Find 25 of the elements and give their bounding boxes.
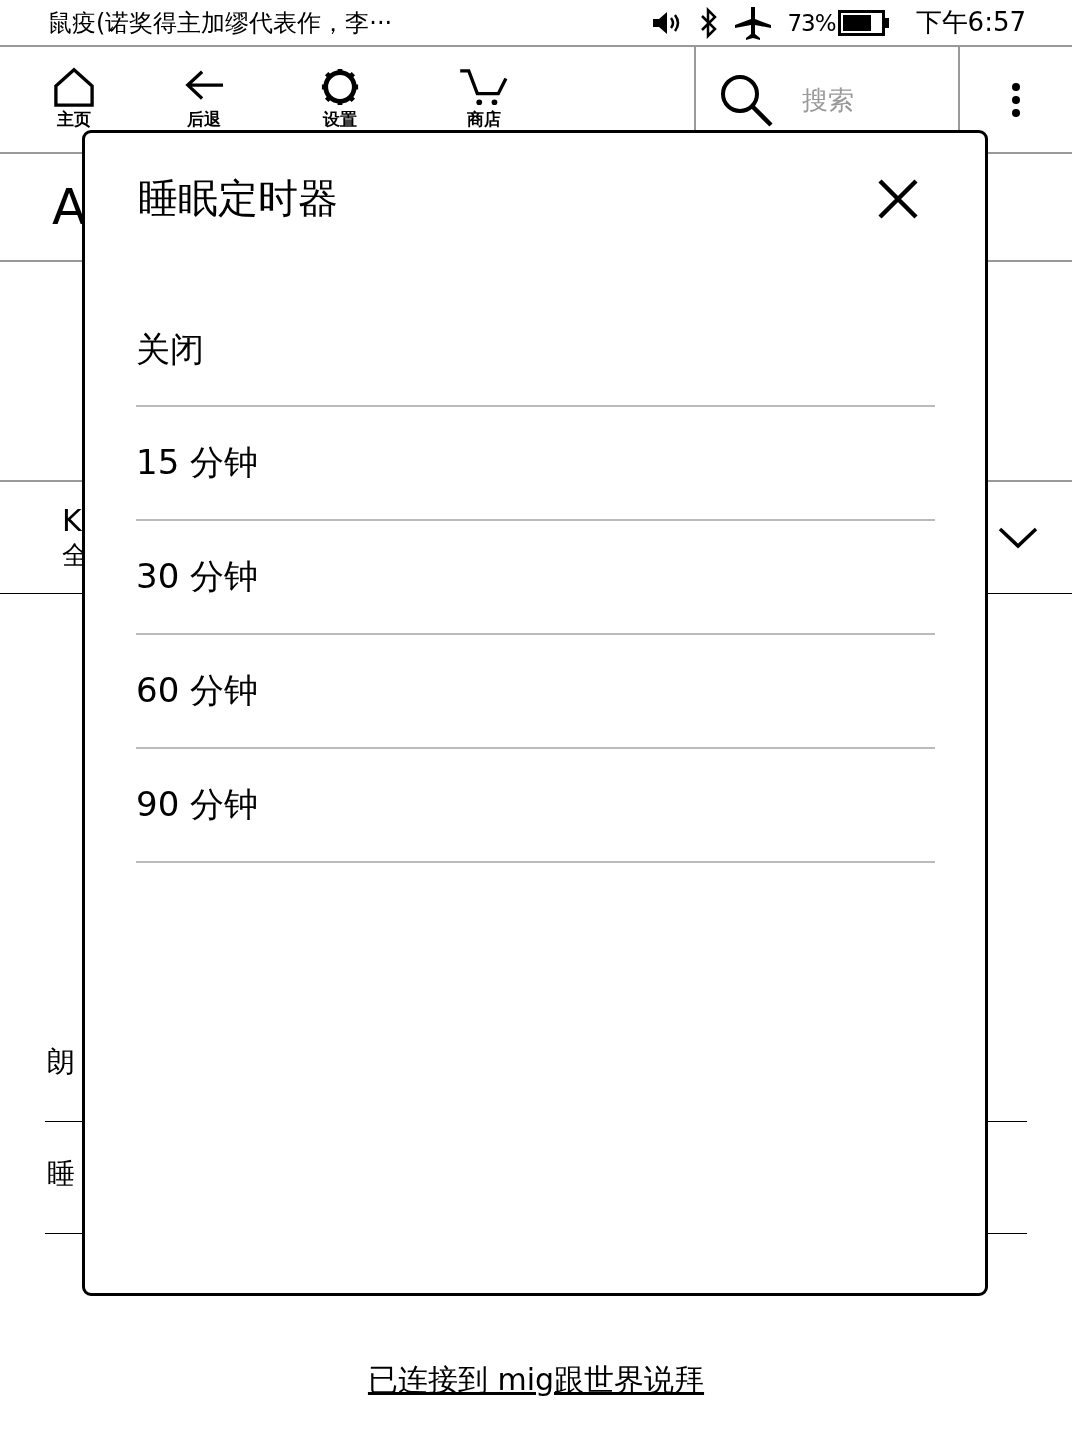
battery-icon bbox=[837, 9, 890, 36]
toolbar-button[interactable]: 商店 bbox=[454, 47, 514, 130]
close-icon[interactable] bbox=[877, 177, 919, 220]
font-sample: A bbox=[52, 178, 87, 236]
airplane-icon bbox=[733, 4, 774, 41]
read-aloud-label: 朗 bbox=[47, 1044, 75, 1080]
battery-percent: 73% bbox=[787, 9, 836, 36]
timer-option[interactable]: 30 分钟 bbox=[136, 521, 935, 635]
timer-option[interactable]: 15 分钟 bbox=[136, 407, 935, 521]
sleep-timer-label: 睡 bbox=[47, 1156, 75, 1192]
book-title: 鼠疫(诺奖得主加缪代表作，李··· bbox=[48, 7, 393, 39]
toolbar-button[interactable]: 主页 bbox=[44, 47, 104, 130]
dialog-title: 睡眠定时器 bbox=[138, 174, 338, 223]
language-label: K bbox=[62, 502, 83, 538]
connection-link[interactable]: 已连接到 mig跟世界说拜 bbox=[367, 1360, 705, 1401]
toolbar-button[interactable]: 设置 bbox=[310, 47, 370, 130]
chevron-down-icon[interactable] bbox=[998, 525, 1038, 550]
home-icon bbox=[52, 67, 96, 107]
timer-option[interactable]: 60 分钟 bbox=[136, 635, 935, 749]
clock-time: 下午6:57 bbox=[915, 6, 1026, 39]
toolbar-button[interactable]: 后退 bbox=[174, 47, 234, 130]
search-field[interactable]: 搜索 bbox=[800, 83, 954, 116]
more-menu-icon[interactable] bbox=[1011, 81, 1021, 118]
timer-option[interactable]: 90 分钟 bbox=[136, 749, 935, 863]
timer-option[interactable]: 关闭 bbox=[136, 294, 935, 407]
